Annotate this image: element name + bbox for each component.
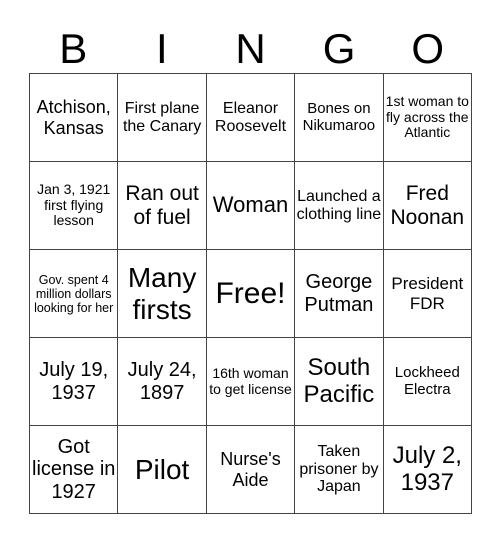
bingo-cell[interactable]: Jan 3, 1921 first flying lesson bbox=[30, 162, 119, 250]
bingo-cell[interactable]: Atchison, Kansas bbox=[30, 74, 119, 162]
bingo-cell[interactable]: Lockheed Electra bbox=[383, 338, 472, 426]
bingo-cell[interactable]: Nurse's Aide bbox=[206, 426, 296, 514]
bingo-cell[interactable]: July 2, 1937 bbox=[383, 426, 472, 514]
bingo-cell[interactable]: 16th woman to get license bbox=[206, 338, 296, 426]
header-letter-o: O bbox=[411, 25, 445, 72]
bingo-cell[interactable]: Eleanor Roosevelt bbox=[206, 74, 296, 162]
bingo-cell[interactable]: South Pacific bbox=[295, 338, 384, 426]
bingo-cell[interactable]: 1st woman to fly across the Atlantic bbox=[383, 74, 472, 162]
bingo-cell[interactable]: Fred Noonan bbox=[383, 162, 472, 250]
free-space[interactable]: Free! bbox=[206, 250, 296, 338]
bingo-cell[interactable]: Woman bbox=[206, 162, 296, 250]
bingo-cell[interactable]: George Putman bbox=[295, 250, 384, 338]
bingo-cell[interactable]: Ran out of fuel bbox=[118, 162, 207, 250]
bingo-cell[interactable]: July 19, 1937 bbox=[30, 338, 119, 426]
bingo-card-grid: Atchison, Kansas First plane the Canary … bbox=[29, 73, 472, 514]
bingo-cell[interactable]: President FDR bbox=[383, 250, 472, 338]
bingo-cell[interactable]: Taken prisoner by Japan bbox=[295, 426, 384, 514]
bingo-cell[interactable]: Launched a clothing line bbox=[295, 162, 384, 250]
bingo-cell[interactable]: Pilot bbox=[118, 426, 207, 514]
bingo-cell[interactable]: First plane the Canary bbox=[118, 74, 207, 162]
bingo-header: B I N G O bbox=[29, 26, 472, 72]
bingo-cell[interactable]: Many firsts bbox=[118, 250, 207, 338]
header-letter-i: I bbox=[156, 25, 168, 72]
header-letter-g: G bbox=[322, 25, 356, 72]
bingo-cell[interactable]: July 24, 1897 bbox=[118, 338, 207, 426]
bingo-cell[interactable]: Got license in 1927 bbox=[30, 426, 119, 514]
header-letter-b: B bbox=[59, 25, 88, 72]
header-letter-n: N bbox=[235, 25, 266, 72]
bingo-cell[interactable]: Gov. spent 4 million dollars looking for… bbox=[30, 250, 119, 338]
bingo-cell[interactable]: Bones on Nikumaroo bbox=[295, 74, 384, 162]
